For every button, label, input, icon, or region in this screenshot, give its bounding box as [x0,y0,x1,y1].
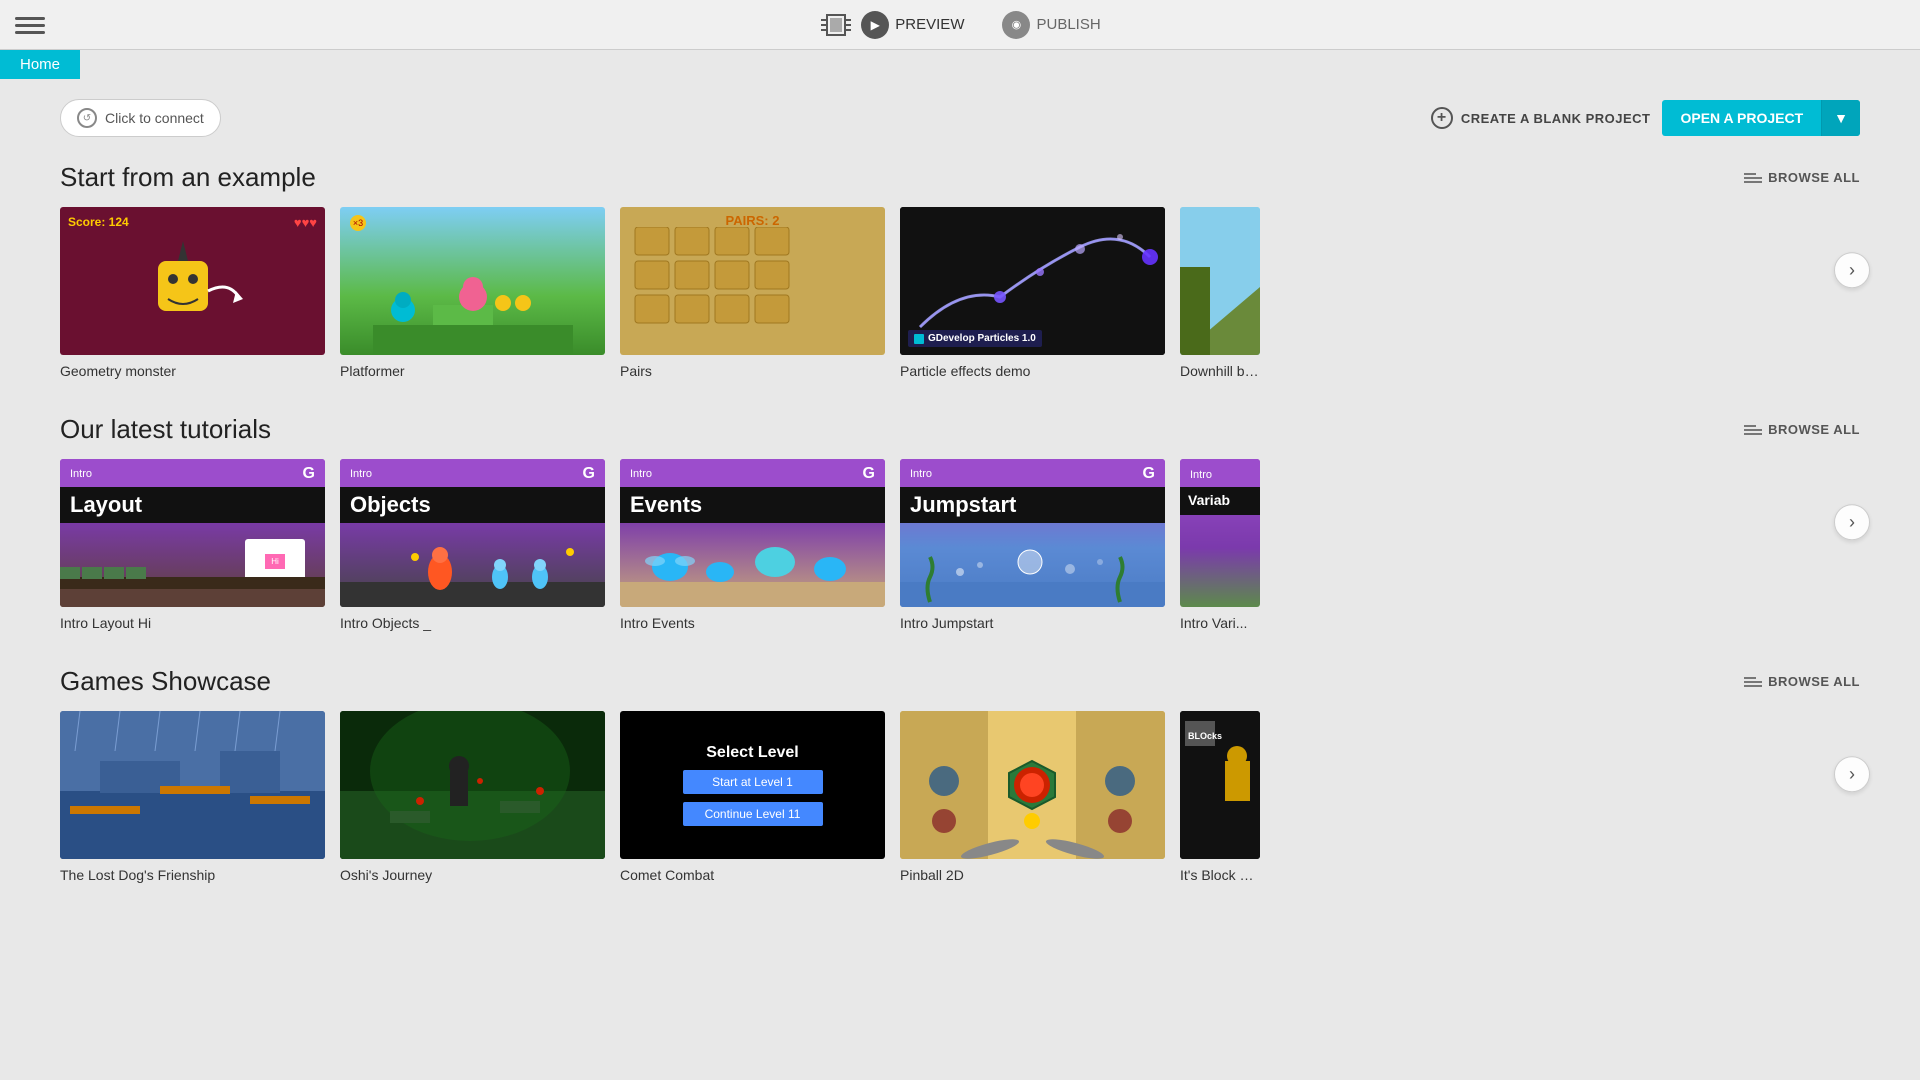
pairs-thumb: PAIRS: 2 [620,207,885,355]
tutorials-cards-container: Intro G Layout Hi [60,459,1860,631]
list-icon-showcase [1744,677,1762,687]
examples-title: Start from an example [60,162,316,193]
tutorials-next-arrow[interactable]: › [1834,504,1870,540]
preview-button[interactable]: ▶ PREVIEW [861,11,964,39]
showcase-title: Games Showcase [60,666,271,697]
comet-thumb: Select Level Start at Level 1 Continue L… [620,711,885,859]
comet-label: Comet Combat [620,867,885,883]
tutorials-section: Our latest tutorials BROWSE ALL Intro G [60,414,1860,631]
showcase-cards-container: The Lost Dog's Frienship [60,711,1860,883]
example-card-particles[interactable]: GDevelop Particles 1.0 Particle effects … [900,207,1165,379]
list-icon [1744,173,1762,183]
layout-thumb: Intro G Layout Hi [60,459,325,607]
example-card-pairs[interactable]: PAIRS: 2 [620,207,885,379]
lost-dog-thumb [60,711,325,859]
tutorials-cards-scroll: Intro G Layout Hi [60,459,1860,631]
particles-label: Particle effects demo [900,363,1165,379]
examples-cards-scroll: Score: 124 ♥♥♥ [60,207,1860,379]
home-tab-label: Home [0,50,80,79]
plus-circle-icon: + [1431,107,1453,129]
showcase-next-arrow[interactable]: › [1834,756,1870,792]
blocks-label: It's Block Ma... [1180,867,1260,883]
objects-thumb: Intro G Objects [340,459,605,607]
events-thumb: Intro G Events [620,459,885,607]
tutorial-card-variables[interactable]: Intro Variab Intro Vari... [1180,459,1260,631]
create-blank-button[interactable]: + CREATE A BLANK PROJECT [1431,107,1651,129]
top-actions-bar: ↺ Click to connect + CREATE A BLANK PROJ… [60,99,1860,137]
open-project-dropdown[interactable]: ▼ [1821,100,1860,136]
showcase-section: Games Showcase BROWSE ALL [60,666,1860,883]
hamburger-menu[interactable] [15,10,45,40]
chip-icon [819,10,853,40]
variables-label: Intro Vari... [1180,615,1260,631]
open-project-label: OPEN A PROJECT [1662,100,1821,136]
showcase-header: Games Showcase BROWSE ALL [60,666,1860,697]
oshi-thumb [340,711,605,859]
jumpstart-label: Intro Jumpstart [900,615,1165,631]
home-tab[interactable]: Home [0,50,1920,79]
example-card-geometry[interactable]: Score: 124 ♥♥♥ [60,207,325,379]
connect-label: Click to connect [105,110,204,126]
tutorial-card-objects[interactable]: Intro G Objects [340,459,605,631]
create-blank-label: CREATE A BLANK PROJECT [1461,111,1651,126]
showcase-browse-all-label: BROWSE ALL [1768,674,1860,689]
particles-thumb: GDevelop Particles 1.0 [900,207,1165,355]
jumpstart-thumb: Intro G Jumpstart [900,459,1165,607]
start-level-btn: Start at Level 1 [683,770,823,794]
downhill-thumb [1180,207,1260,355]
publish-label: PUBLISH [1036,16,1100,33]
main-content: ↺ Click to connect + CREATE A BLANK PROJ… [0,79,1920,938]
examples-browse-all[interactable]: BROWSE ALL [1744,170,1860,185]
showcase-card-comet[interactable]: Select Level Start at Level 1 Continue L… [620,711,885,883]
tutorials-browse-all[interactable]: BROWSE ALL [1744,422,1860,437]
showcase-cards-scroll: The Lost Dog's Frienship [60,711,1860,883]
preview-label: PREVIEW [895,16,964,33]
tutorials-browse-all-label: BROWSE ALL [1768,422,1860,437]
tutorials-title: Our latest tutorials [60,414,271,445]
downhill-label: Downhill bike [1180,363,1260,379]
tutorials-header: Our latest tutorials BROWSE ALL [60,414,1860,445]
publish-button[interactable]: ◉ PUBLISH [1002,11,1100,39]
svg-text:BLOcks: BLOcks [1188,731,1222,741]
showcase-card-pinball[interactable]: Pinball 2D [900,711,1165,883]
examples-next-arrow[interactable]: › [1834,252,1870,288]
continue-level-btn: Continue Level 11 [683,802,823,826]
pinball-label: Pinball 2D [900,867,1165,883]
showcase-card-blocks[interactable]: BLOcks It's Block Ma... [1180,711,1260,883]
events-label: Intro Events [620,615,885,631]
top-nav: ▶ PREVIEW ◉ PUBLISH [0,0,1920,50]
oshi-label: Oshi's Journey [340,867,605,883]
tutorial-card-layout[interactable]: Intro G Layout Hi [60,459,325,631]
platformer-thumb: ×3 [340,207,605,355]
tutorial-card-jumpstart[interactable]: Intro G Jumpstart [900,459,1165,631]
variables-thumb: Intro Variab [1180,459,1260,607]
pinball-thumb [900,711,1165,859]
showcase-card-lost-dog[interactable]: The Lost Dog's Frienship [60,711,325,883]
pairs-label: Pairs [620,363,885,379]
geometry-label: Geometry monster [60,363,325,379]
lost-dog-label: The Lost Dog's Frienship [60,867,325,883]
connect-button[interactable]: ↺ Click to connect [60,99,221,137]
geometry-thumb: Score: 124 ♥♥♥ [60,207,325,355]
showcase-browse-all[interactable]: BROWSE ALL [1744,674,1860,689]
examples-cards-container: Score: 124 ♥♥♥ [60,207,1860,379]
showcase-card-oshi[interactable]: Oshi's Journey [340,711,605,883]
platformer-label: Platformer [340,363,605,379]
example-card-platformer[interactable]: ×3 [340,207,605,379]
right-actions: + CREATE A BLANK PROJECT OPEN A PROJECT … [1431,100,1860,136]
globe-icon: ◉ [1002,11,1030,39]
objects-label: Intro Objects _ [340,615,605,631]
nav-center: ▶ PREVIEW ◉ PUBLISH [819,10,1100,40]
connect-icon: ↺ [77,108,97,128]
blocks-thumb: BLOcks [1180,711,1260,859]
examples-section: Start from an example BROWSE ALL Score: … [60,162,1860,379]
open-project-button[interactable]: OPEN A PROJECT ▼ [1662,100,1860,136]
examples-browse-all-label: BROWSE ALL [1768,170,1860,185]
play-icon: ▶ [861,11,889,39]
examples-header: Start from an example BROWSE ALL [60,162,1860,193]
layout-label: Intro Layout Hi [60,615,325,631]
list-icon-tutorials [1744,425,1762,435]
tutorial-card-events[interactable]: Intro G Events [620,459,885,631]
example-card-downhill[interactable]: Downhill bike [1180,207,1260,379]
